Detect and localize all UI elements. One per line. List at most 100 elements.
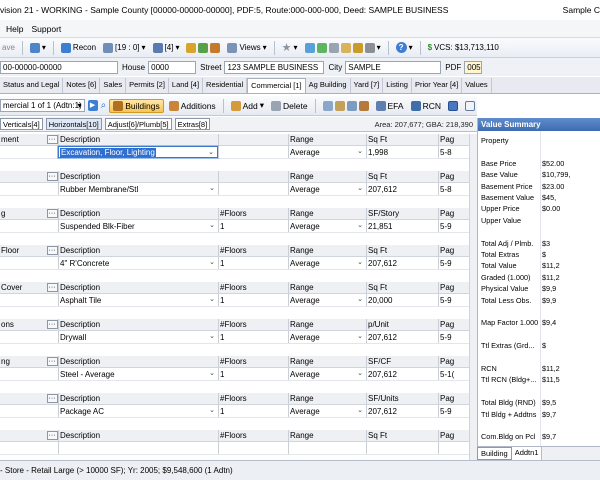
tab-building[interactable]: Building bbox=[477, 447, 512, 460]
recon-button[interactable]: Recon bbox=[59, 42, 98, 54]
floors-input[interactable]: 1 bbox=[218, 331, 288, 343]
tab-prior-year-4[interactable]: Prior Year [4] bbox=[412, 78, 463, 93]
description-dropdown[interactable]: Excavation, Floor, Lighting ⌄ bbox=[57, 145, 219, 159]
range-dropdown[interactable]: Average ⌄ bbox=[288, 405, 366, 417]
quantity-input[interactable]: 207,612 bbox=[366, 368, 438, 380]
views-button[interactable]: Views ▾ bbox=[225, 42, 268, 54]
summary-row: Total Extras $ bbox=[478, 250, 600, 261]
efa-button[interactable]: EFA bbox=[374, 100, 406, 112]
ellipsis-button[interactable]: ··· bbox=[45, 430, 58, 441]
quantity-input[interactable]: 207,612 bbox=[366, 331, 438, 343]
subtab-verticals-4[interactable]: Verticals[4] bbox=[0, 118, 43, 130]
ellipsis-button[interactable]: ··· bbox=[45, 393, 58, 404]
tab-yard-7[interactable]: Yard [7] bbox=[351, 78, 384, 93]
tab-land-4[interactable]: Land [4] bbox=[169, 78, 204, 93]
rcn-button[interactable]: RCN bbox=[409, 100, 443, 112]
range-dropdown[interactable] bbox=[288, 442, 366, 454]
ellipsis-button[interactable]: ··· bbox=[45, 356, 58, 367]
menu-help[interactable]: Help bbox=[6, 24, 23, 34]
quantity-input[interactable] bbox=[366, 442, 438, 454]
tab-listing[interactable]: Listing bbox=[383, 78, 412, 93]
street-field[interactable]: 123 SAMPLE BUSINESS bbox=[224, 60, 325, 74]
tab-residential[interactable]: Residential bbox=[203, 78, 248, 93]
tab-sales[interactable]: Sales bbox=[100, 78, 127, 93]
ellipsis-button[interactable]: ··· bbox=[45, 245, 58, 256]
range-dropdown[interactable]: Average ⌄ bbox=[288, 257, 366, 269]
tab-commercial-1[interactable]: Commercial [1] bbox=[247, 78, 306, 93]
range-dropdown[interactable]: Average ⌄ bbox=[288, 294, 366, 306]
ellipsis-button[interactable]: ··· bbox=[45, 319, 58, 330]
navigation-buttons[interactable]: ▾ bbox=[303, 42, 383, 54]
help-button[interactable]: ? ▾ bbox=[394, 41, 415, 54]
tab-values[interactable]: Values bbox=[462, 78, 492, 93]
description-dropdown[interactable]: Asphalt Tile ⌄ bbox=[58, 294, 218, 306]
quantity-input[interactable]: 20,000 bbox=[366, 294, 438, 306]
tab-ag-building[interactable]: Ag Building bbox=[306, 78, 351, 93]
ellipsis-button[interactable]: ··· bbox=[45, 171, 58, 182]
range-dropdown[interactable]: Average ⌄ bbox=[288, 220, 366, 232]
pdf-field[interactable]: 005 bbox=[464, 60, 483, 74]
subtab-horizontals-10[interactable]: Horizontals[10] bbox=[45, 118, 102, 130]
quantity-input[interactable]: 207,612 bbox=[366, 405, 438, 417]
summary-value: $52.00 bbox=[542, 158, 565, 168]
tab-status-and-legal[interactable]: Status and Legal bbox=[0, 78, 64, 93]
add-button[interactable]: Add ▾ bbox=[229, 99, 266, 112]
floors-input[interactable] bbox=[218, 442, 288, 454]
ellipsis-button[interactable]: ··· bbox=[45, 282, 58, 293]
subtab-extras-8[interactable]: Extras[8] bbox=[174, 118, 211, 130]
ellipsis-button[interactable]: ··· bbox=[45, 208, 58, 219]
more-icon: ··· bbox=[46, 320, 58, 329]
search-icon[interactable]: ⌕ bbox=[101, 100, 107, 111]
search-dropdown-button[interactable]: ▾ bbox=[28, 42, 48, 54]
summary-value: $ bbox=[542, 341, 547, 351]
vertical-scrollbar[interactable] bbox=[469, 134, 477, 460]
summary-label: Total Adj / Plmb. bbox=[481, 238, 534, 248]
description-dropdown[interactable] bbox=[58, 442, 218, 454]
buildings-button[interactable]: Buildings bbox=[109, 98, 164, 113]
description-dropdown[interactable]: Suspended Blk-Fiber ⌄ bbox=[58, 220, 218, 232]
menu-support[interactable]: Support bbox=[31, 24, 61, 34]
edit-tools[interactable] bbox=[321, 100, 371, 112]
pages-button[interactable]: [19 : 0] ▾ bbox=[101, 42, 147, 54]
floors-input[interactable] bbox=[218, 183, 288, 195]
floors-input[interactable]: 1 bbox=[218, 405, 288, 417]
save-button[interactable]: ave bbox=[0, 42, 17, 53]
city-field[interactable]: SAMPLE bbox=[345, 60, 442, 74]
quantity-input[interactable]: 207,612 bbox=[366, 183, 438, 195]
range-dropdown[interactable]: Average ⌄ bbox=[288, 146, 366, 158]
quantity-input[interactable]: 207,612 bbox=[366, 257, 438, 269]
tab-addtn1[interactable]: Addtn1 bbox=[511, 447, 543, 460]
records-button[interactable]: [4] ▾ bbox=[151, 42, 182, 54]
additions-button[interactable]: Additions bbox=[167, 100, 218, 112]
summary-label: Com.Bldg on Pcl bbox=[481, 432, 536, 442]
range-dropdown[interactable]: Average ⌄ bbox=[288, 183, 366, 195]
floors-input[interactable]: 1 bbox=[218, 220, 288, 232]
delete-button[interactable]: Delete bbox=[269, 100, 310, 112]
quantity-input[interactable]: 1,998 bbox=[366, 146, 438, 158]
building-selector[interactable]: mercial 1 of 1 (Adtn:1) ▾ bbox=[0, 99, 85, 112]
floors-input[interactable]: 1 bbox=[218, 294, 288, 306]
parcel-id-field[interactable]: 00-00000-00000 bbox=[0, 60, 118, 74]
tab-notes-6[interactable]: Notes [6] bbox=[63, 78, 101, 93]
quantity-input[interactable]: 21,851 bbox=[366, 220, 438, 232]
tools-button[interactable] bbox=[184, 42, 222, 54]
subtab-adjust-6-plumb-5[interactable]: Adjust[6]/Plumb[5] bbox=[104, 118, 172, 130]
favorites-button[interactable]: ★ ▾ bbox=[280, 40, 300, 55]
summary-value: $ bbox=[542, 250, 547, 259]
grid-view-button[interactable] bbox=[463, 100, 477, 112]
floors-input[interactable] bbox=[218, 146, 288, 158]
calendar-button[interactable] bbox=[446, 100, 460, 112]
description-dropdown[interactable]: Package AC ⌄ bbox=[58, 405, 218, 417]
description-dropdown[interactable]: Steel - Average ⌄ bbox=[58, 368, 218, 380]
house-field[interactable]: 0000 bbox=[148, 60, 197, 74]
ellipsis-button[interactable]: ··· bbox=[45, 134, 58, 145]
floors-input[interactable]: 1 bbox=[218, 257, 288, 269]
description-dropdown[interactable]: Drywall ⌄ bbox=[58, 331, 218, 343]
next-icon[interactable]: ▶ bbox=[87, 100, 98, 111]
range-dropdown[interactable]: Average ⌄ bbox=[288, 368, 366, 380]
description-dropdown[interactable]: 4" R'Concrete ⌄ bbox=[58, 257, 218, 269]
range-dropdown[interactable]: Average ⌄ bbox=[288, 331, 366, 343]
description-dropdown[interactable]: Rubber Membrane/Stl ⌄ bbox=[58, 183, 218, 195]
floors-input[interactable]: 1 bbox=[218, 368, 288, 380]
tab-permits-2[interactable]: Permits [2] bbox=[126, 78, 169, 93]
